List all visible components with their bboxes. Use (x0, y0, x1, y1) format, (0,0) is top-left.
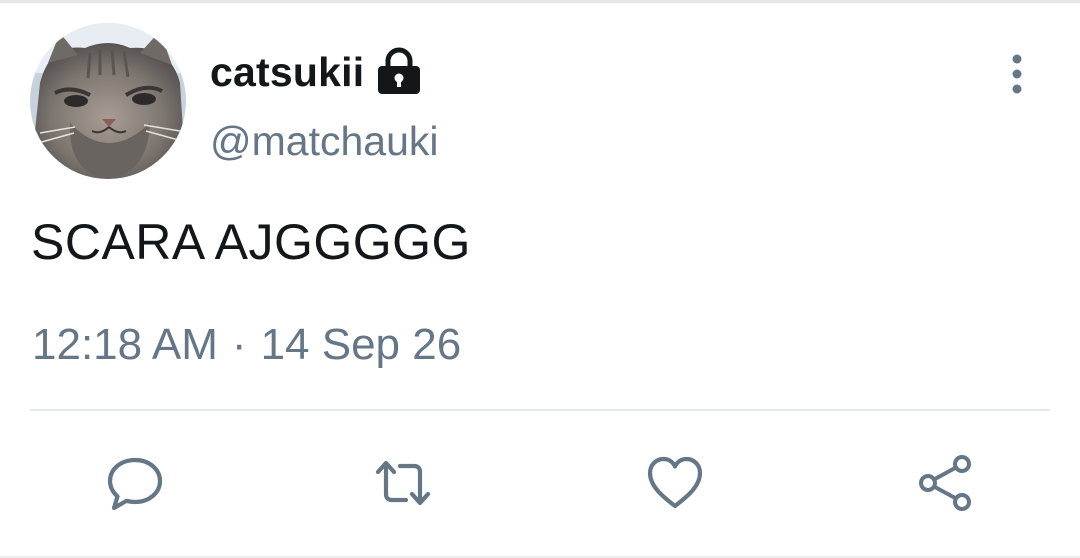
retweet-button[interactable] (372, 452, 434, 514)
share-button[interactable] (914, 452, 976, 514)
like-button[interactable] (644, 452, 706, 514)
top-border (0, 0, 1080, 3)
divider (30, 409, 1050, 411)
heart-icon (647, 456, 703, 509)
avatar[interactable] (30, 23, 186, 179)
tweet-text: SCARA AJGGGGG (31, 214, 471, 270)
share-icon (919, 455, 971, 511)
reply-button[interactable] (104, 452, 166, 514)
tweet-time: 12:18 AM (32, 320, 218, 369)
tweet-date: 14 Sep 26 (260, 320, 462, 369)
more-vertical-icon[interactable] (1004, 53, 1030, 95)
comment-icon (107, 457, 163, 511)
tweet-timestamp[interactable]: 12:18 AM · 14 Sep 26 (32, 320, 461, 370)
author-handle[interactable]: @matchauki (210, 118, 438, 165)
cat-avatar-icon (30, 23, 186, 179)
display-name[interactable]: catsukii (210, 49, 364, 96)
author-name-row: catsukii (210, 44, 422, 100)
retweet-icon (375, 460, 431, 506)
lock-icon (376, 47, 422, 95)
timestamp-separator: · (231, 320, 247, 369)
